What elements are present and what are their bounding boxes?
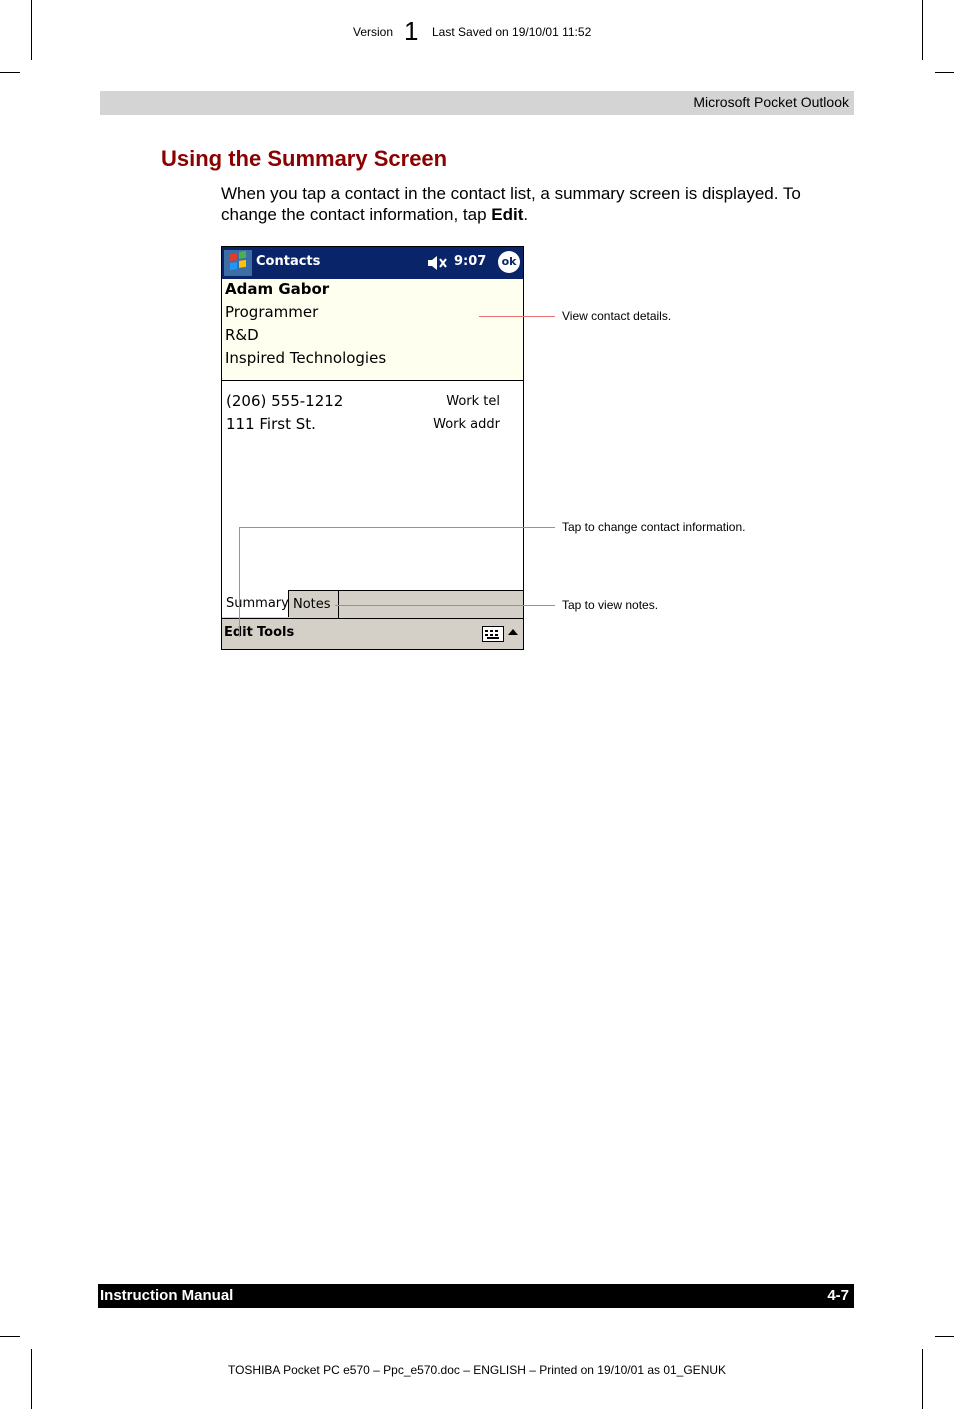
crop-mark bbox=[922, 1349, 923, 1409]
field-label: Work addr bbox=[433, 417, 500, 432]
version-label: Version bbox=[353, 25, 394, 39]
crop-mark bbox=[31, 1349, 32, 1409]
keyboard-icon[interactable] bbox=[482, 626, 504, 642]
page-number: 4-7 bbox=[827, 1287, 849, 1304]
title-bar: Contacts 9:07 ok bbox=[222, 247, 523, 279]
section-title: Using the Summary Screen bbox=[161, 146, 448, 171]
last-saved: Last Saved on 19/10/01 11:52 bbox=[432, 25, 592, 39]
crop-mark bbox=[0, 72, 20, 73]
edit-keyword: Edit bbox=[491, 205, 524, 224]
body-text: When you tap a contact in the contact li… bbox=[221, 183, 801, 225]
crop-mark bbox=[935, 1336, 954, 1337]
print-info: TOSHIBA Pocket PC e570 – Ppc_e570.doc – … bbox=[227, 1363, 727, 1377]
contact-summary-card: Adam Gabor Programmer R&D Inspired Techn… bbox=[222, 279, 523, 381]
app-title: Contacts bbox=[256, 254, 321, 269]
windows-start-icon[interactable] bbox=[224, 250, 252, 276]
menu-bar: Edit Tools bbox=[222, 618, 523, 649]
crop-mark bbox=[935, 72, 954, 73]
callout-view-notes: Tap to view notes. bbox=[562, 598, 659, 612]
input-panel-arrow-icon[interactable] bbox=[508, 629, 518, 635]
callout-line bbox=[479, 316, 555, 317]
body-text-end: . bbox=[523, 205, 529, 224]
contact-department: R&D bbox=[225, 326, 259, 344]
chapter-title: Microsoft Pocket Outlook bbox=[693, 94, 849, 110]
callout-line bbox=[239, 527, 240, 637]
contact-job-title: Programmer bbox=[225, 303, 319, 321]
menu-tools[interactable]: Tools bbox=[257, 625, 294, 640]
field-label: Work tel bbox=[446, 394, 500, 409]
ok-button[interactable]: ok bbox=[498, 251, 520, 273]
chapter-header: Microsoft Pocket Outlook bbox=[100, 91, 854, 115]
version-number: 1 bbox=[404, 16, 419, 46]
callout-view-details: View contact details. bbox=[562, 309, 672, 323]
contact-field-row: 111 First St. Work addr bbox=[222, 415, 523, 437]
contact-name: Adam Gabor bbox=[225, 280, 330, 298]
device-screenshot: Contacts 9:07 ok Adam Gabor Programmer R… bbox=[221, 246, 524, 650]
tab-summary[interactable]: Summary bbox=[222, 590, 289, 617]
field-value[interactable]: 111 First St. bbox=[226, 415, 316, 433]
footer-manual-title: Instruction Manual bbox=[100, 1287, 234, 1304]
callout-change-info: Tap to change contact information. bbox=[562, 520, 746, 534]
tab-notes[interactable]: Notes bbox=[289, 590, 339, 618]
callout-line bbox=[239, 527, 555, 528]
field-value[interactable]: (206) 555-1212 bbox=[226, 392, 343, 410]
crop-mark bbox=[0, 1336, 20, 1337]
contact-company: Inspired Technologies bbox=[225, 349, 387, 367]
contact-field-row: (206) 555-1212 Work tel bbox=[222, 392, 523, 414]
clock[interactable]: 9:07 bbox=[454, 254, 486, 269]
document-meta: Version 1 Last Saved on 19/10/01 11:52 bbox=[0, 16, 954, 46]
callout-line bbox=[335, 605, 555, 606]
speaker-icon[interactable] bbox=[426, 253, 448, 273]
footer-bar: Instruction Manual 4-7 bbox=[98, 1284, 854, 1308]
